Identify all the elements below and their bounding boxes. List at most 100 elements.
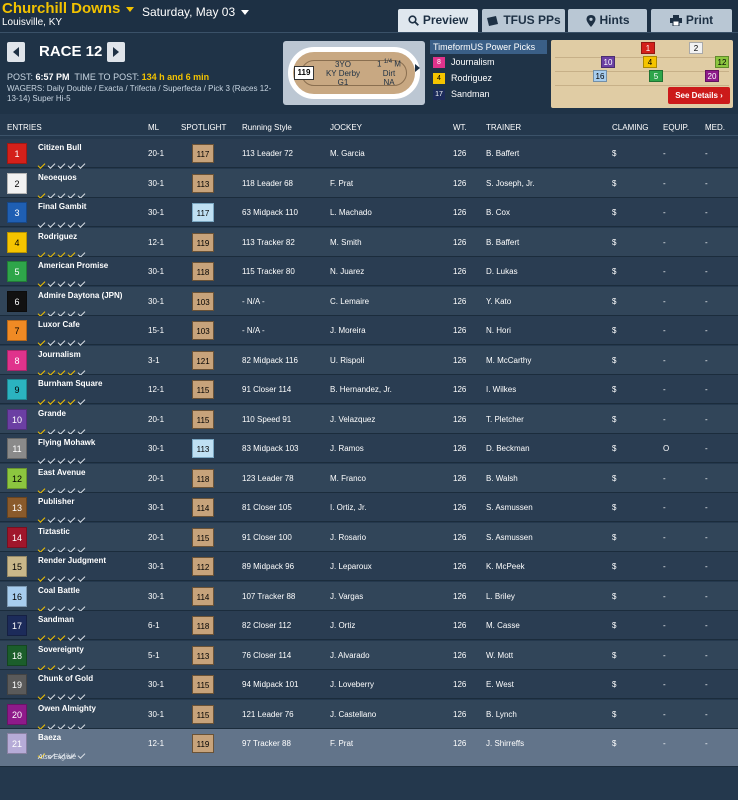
power-pick-row[interactable]: 4 Rodriguez bbox=[430, 71, 547, 86]
pick-number: 17 bbox=[433, 89, 445, 101]
table-row[interactable]: 20 Owen Almighty 30-1 115 121 Leader 76 J. Ca… bbox=[0, 699, 738, 730]
medication: - bbox=[705, 326, 708, 335]
table-row[interactable]: 3 Final Gambit 30-1 117 63 Midpack 110 L. Mac… bbox=[0, 198, 738, 228]
horse-name[interactable]: Render Judgment bbox=[38, 556, 106, 565]
trainer-name: T. Pletcher bbox=[486, 414, 524, 424]
col-trainer: TRAINER bbox=[486, 123, 522, 132]
horse-name[interactable]: American Promise bbox=[38, 261, 108, 270]
horse-name[interactable]: Publisher bbox=[38, 497, 74, 506]
race-date: Saturday, May 03 bbox=[142, 5, 236, 19]
morning-line-odds: 15-1 bbox=[148, 326, 165, 335]
spotlight-rating[interactable]: 112 bbox=[192, 557, 214, 576]
claiming-price: $ bbox=[612, 267, 617, 276]
equipment: - bbox=[663, 208, 666, 217]
see-details-button[interactable]: See Details › bbox=[668, 87, 730, 104]
horse-name[interactable]: Neoequos bbox=[38, 173, 77, 182]
jockey-name: M. Garcia bbox=[330, 149, 365, 158]
spotlight-rating[interactable]: 118 bbox=[192, 616, 214, 635]
table-row[interactable]: 4 Rodriguez 12-1 119 113 Tracker 82 M. Smith 1… bbox=[0, 227, 738, 258]
horse-name[interactable]: Burnham Square bbox=[38, 379, 102, 388]
table-row[interactable]: 21 Baeza Also Eligible 12-1 119 97 Tracker 88… bbox=[0, 729, 738, 767]
spotlight-rating[interactable]: 113 bbox=[192, 173, 214, 193]
spotlight-rating[interactable]: 103 bbox=[192, 291, 214, 311]
table-row[interactable]: 15 Render Judgment 30-1 112 89 Midpack 96 J. … bbox=[0, 552, 738, 582]
table-row[interactable]: 7 Luxor Cafe 15-1 103 - N/A - J. Moreira 126 N.… bbox=[0, 316, 738, 346]
horse-name[interactable]: Final Gambit bbox=[38, 202, 86, 211]
power-pick-row[interactable]: 17 Sandman bbox=[430, 87, 547, 102]
previous-race-button[interactable] bbox=[7, 42, 25, 62]
tab-hints[interactable]: Hints bbox=[568, 9, 647, 32]
spotlight-rating[interactable]: 117 bbox=[192, 203, 214, 222]
spotlight-rating[interactable]: 115 bbox=[192, 380, 214, 399]
post-position-badge: 19 bbox=[7, 674, 27, 695]
spotlight-rating[interactable]: 119 bbox=[192, 734, 214, 753]
table-row[interactable]: 6 Admire Daytona (JPN) 30-1 103 - N/A - C. Le… bbox=[0, 286, 738, 317]
tab-tfus-pps[interactable]: TFUS PPs bbox=[482, 9, 565, 32]
horse-name[interactable]: Flying Mohawk bbox=[38, 438, 95, 447]
weight: 126 bbox=[453, 326, 467, 335]
equipment: - bbox=[663, 296, 666, 306]
table-row[interactable]: 13 Publisher 30-1 114 81 Closer 105 I. Ortiz,… bbox=[0, 493, 738, 523]
spotlight-rating[interactable]: 118 bbox=[192, 262, 214, 281]
horse-name[interactable]: Sovereignty bbox=[38, 645, 84, 654]
table-row[interactable]: 8 Journalism 3-1 121 82 Midpack 116 U. Rispol… bbox=[0, 345, 738, 376]
horse-name[interactable]: Grande bbox=[38, 409, 66, 418]
horse-name[interactable]: Chunk of Gold bbox=[38, 674, 93, 683]
power-pick-row[interactable]: 8 Journalism bbox=[430, 55, 547, 70]
equipment: - bbox=[663, 473, 666, 483]
next-race-button[interactable] bbox=[107, 42, 125, 62]
table-row[interactable]: 1 Citizen Bull 20-1 117 113 Leader 72 M. Garc… bbox=[0, 139, 738, 169]
table-row[interactable]: 12 East Avenue 20-1 118 123 Leader 78 M. Fran… bbox=[0, 463, 738, 494]
tab-preview[interactable]: Preview bbox=[398, 9, 478, 32]
table-row[interactable]: 16 Coal Battle 30-1 114 107 Tracker 88 J. Var… bbox=[0, 581, 738, 612]
spotlight-rating[interactable]: 118 bbox=[192, 468, 214, 488]
horse-name[interactable]: Admire Daytona (JPN) bbox=[38, 291, 122, 300]
spotlight-rating[interactable]: 115 bbox=[192, 527, 214, 547]
weight: 126 bbox=[453, 296, 467, 306]
equipment: - bbox=[663, 385, 666, 394]
horse-name[interactable]: East Avenue bbox=[38, 468, 85, 477]
horse-name[interactable]: Owen Almighty bbox=[38, 704, 96, 713]
table-row[interactable]: 5 American Promise 30-1 118 115 Tracker 80 N.… bbox=[0, 257, 738, 287]
trainer-name: D. Beckman bbox=[486, 444, 530, 453]
table-row[interactable]: 10 Grande 20-1 115 110 Speed 91 J. Velazquez 1… bbox=[0, 404, 738, 435]
spotlight-rating[interactable]: 121 bbox=[192, 350, 214, 370]
jockey-name: J. Ramos bbox=[330, 444, 364, 453]
horse-name[interactable]: Rodriguez bbox=[38, 232, 77, 241]
table-row[interactable]: 18 Sovereignty 5-1 113 76 Closer 114 J. Alvar… bbox=[0, 640, 738, 671]
horse-name[interactable]: Sandman bbox=[38, 615, 74, 624]
spotlight-rating[interactable]: 114 bbox=[192, 498, 214, 517]
table-row[interactable]: 14 Tiztastic 20-1 115 91 Closer 100 J. Rosari… bbox=[0, 522, 738, 553]
spotlight-rating[interactable]: 115 bbox=[192, 675, 214, 694]
horse-name[interactable]: Luxor Cafe bbox=[38, 320, 80, 329]
spotlight-rating[interactable]: 113 bbox=[192, 645, 214, 665]
running-style: 113 Leader 72 bbox=[242, 149, 294, 158]
spotlight-rating[interactable]: 117 bbox=[192, 144, 214, 163]
trainer-name: S. Joseph, Jr. bbox=[486, 178, 535, 188]
horse-name[interactable]: Baeza bbox=[38, 733, 61, 742]
jockey-name: J. Alvarado bbox=[330, 650, 370, 660]
spotlight-rating[interactable]: 103 bbox=[192, 321, 214, 340]
spotlight-rating[interactable]: 119 bbox=[192, 232, 214, 252]
date-selector[interactable]: Saturday, May 03 bbox=[142, 5, 250, 19]
table-row[interactable]: 9 Burnham Square 12-1 115 91 Closer 114 B. He… bbox=[0, 375, 738, 405]
horse-name[interactable]: Journalism bbox=[38, 350, 81, 359]
table-row[interactable]: 11 Flying Mohawk 30-1 113 83 Midpack 103 J. R… bbox=[0, 434, 738, 464]
spotlight-rating[interactable]: 114 bbox=[192, 586, 214, 606]
spotlight-rating[interactable]: 113 bbox=[192, 439, 214, 458]
chevron-down-icon bbox=[126, 6, 135, 12]
horse-name[interactable]: Tiztastic bbox=[38, 527, 70, 536]
col-running-style: Running Style bbox=[242, 123, 292, 132]
horse-name[interactable]: Coal Battle bbox=[38, 586, 80, 595]
table-row[interactable]: 19 Chunk of Gold 30-1 115 94 Midpack 101 J. L… bbox=[0, 670, 738, 700]
tab-print[interactable]: Print bbox=[651, 9, 732, 32]
post-time-line: POST: 6:57 PM TIME TO POST: 134 h and 6 … bbox=[7, 72, 209, 82]
table-row[interactable]: 2 Neoequos 30-1 113 118 Leader 68 F. Prat 126 S… bbox=[0, 168, 738, 199]
spotlight-rating[interactable]: 115 bbox=[192, 704, 214, 724]
finish-marker-icon bbox=[415, 64, 420, 72]
track-selector[interactable]: Churchill Downs bbox=[2, 0, 135, 17]
table-row[interactable]: 17 Sandman 6-1 118 82 Closer 112 J. Ortiz 126 M… bbox=[0, 611, 738, 641]
trainer-name: S. Asmussen bbox=[486, 532, 533, 542]
horse-name[interactable]: Citizen Bull bbox=[38, 143, 82, 152]
spotlight-rating[interactable]: 115 bbox=[192, 409, 214, 429]
